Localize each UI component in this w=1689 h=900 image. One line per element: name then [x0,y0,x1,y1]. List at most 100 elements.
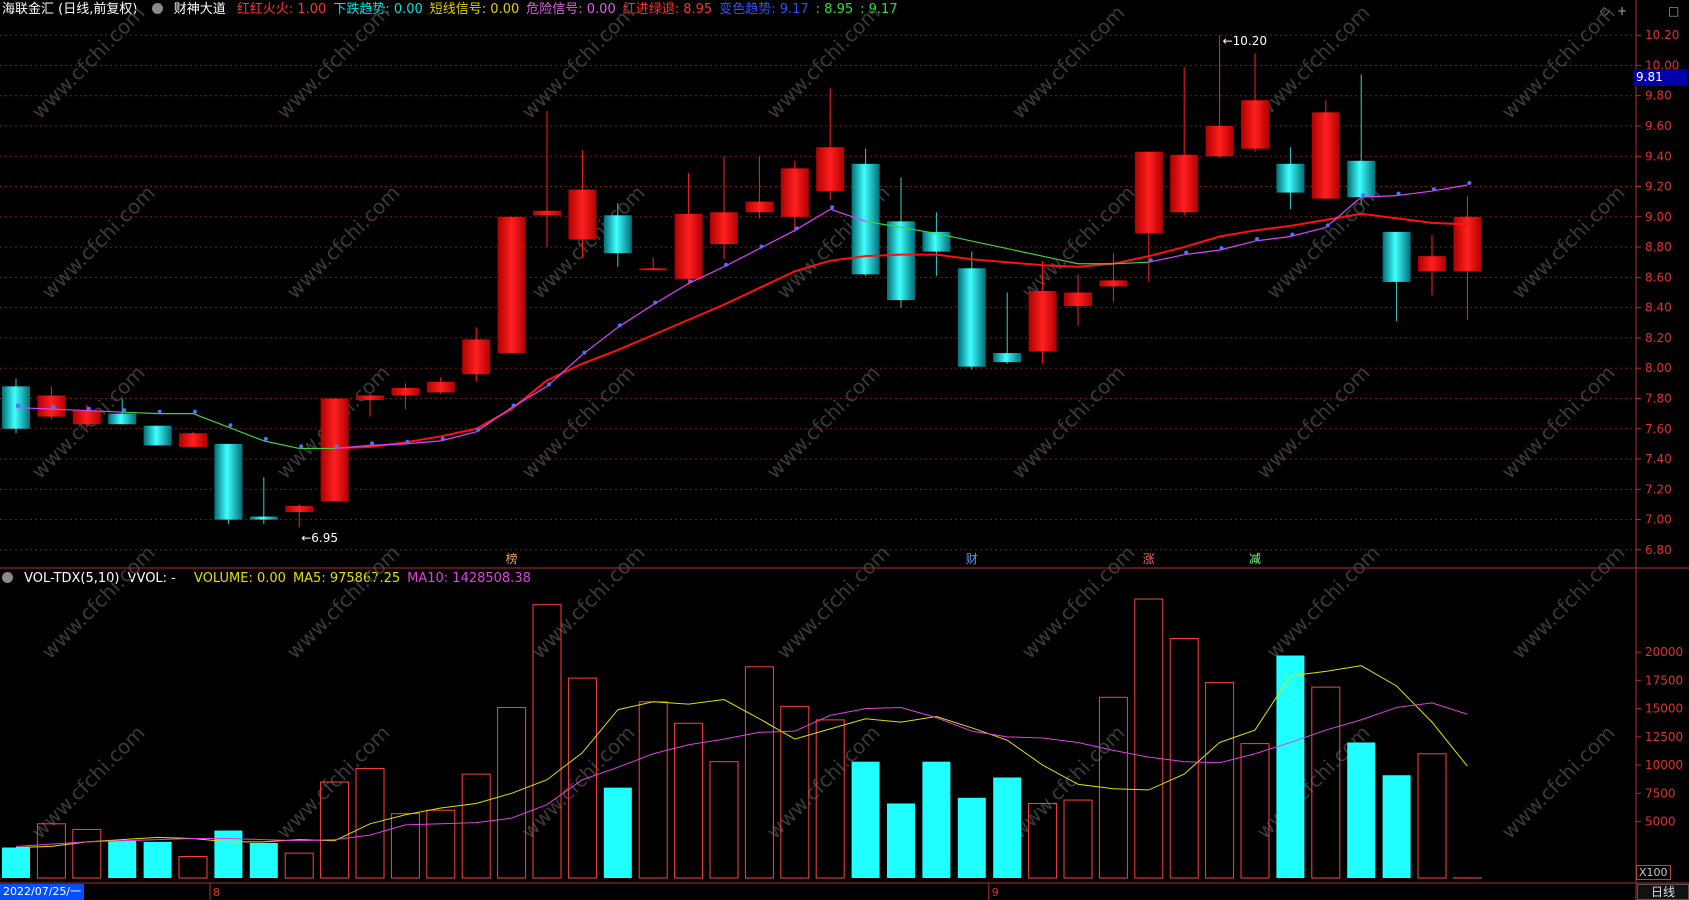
price-tick-label: 6.80 [1645,543,1672,557]
current-price-tag: 9.81 [1634,69,1687,86]
price-tick-label: 8.20 [1645,331,1672,345]
trend-dot [582,350,587,355]
ma-trend-segment [1254,235,1291,242]
trend-dot [547,382,551,387]
watermark-text: www.cfchi.com [27,721,150,844]
candle-body [391,387,420,396]
candle-body [745,201,774,213]
volume-bar [603,787,632,878]
trend-dot [1432,187,1436,192]
watermark-text: www.cfchi.com [1252,1,1375,124]
volume-tick-label: 7500 [1645,786,1676,800]
trend-dot [688,279,693,284]
marker-0: 榜 [506,551,518,566]
volume-bar [355,767,385,879]
candle-body [780,168,809,217]
trend-dot [122,408,127,413]
trend-dot [1467,181,1472,186]
period-selector[interactable]: 日线 [1637,884,1689,900]
trend-dot [794,226,799,231]
watermark-text: www.cfchi.com [1252,361,1375,484]
price-tick-label: 7.80 [1645,391,1672,405]
price-tick-label: 9.60 [1645,119,1672,133]
candle-body [1170,154,1199,213]
volume-bar [1134,598,1164,879]
trend-dot [51,405,56,410]
ma-trend-segment [1431,184,1468,192]
candle-body [179,433,207,447]
ma-trend-segment [759,229,796,250]
ma-trend-segment [228,426,265,442]
price-tick-label: 8.40 [1645,301,1672,315]
trend-dot [1219,246,1224,251]
ma-trend-segment [192,413,229,428]
volume-bar [108,840,137,878]
ma-trend-segment [475,407,512,433]
candle-body [674,213,703,279]
price-tick-label: 7.00 [1645,513,1672,527]
candle-body [710,212,738,245]
price-tick-label: 8.60 [1645,270,1672,284]
watermark-text: www.cfchi.com [37,541,160,664]
trend-dot [759,244,764,249]
ma-trend-segment [652,282,689,306]
trend-dot [1148,258,1153,263]
volume-tick-label: 15000 [1645,702,1683,716]
candle-body [285,505,314,513]
ma-trend-segment [1396,190,1433,197]
trend-dot [157,409,162,414]
candle-body [1099,280,1128,287]
candle-body [1311,112,1340,199]
watermark-text: www.cfchi.com [517,1,640,124]
candle-body [497,216,526,354]
watermark-text: www.cfchi.com [762,1,885,124]
ma-trend-segment [1184,249,1220,256]
candle-body [1347,160,1376,198]
month-label: 8 [213,886,220,899]
volume-bar [851,761,880,878]
price-tick-label: 10.20 [1645,28,1679,42]
candlestick-series [2,35,1482,528]
volume-unit-label: X100 [1636,865,1671,880]
ma-trend-segment [1219,240,1256,251]
ma-trend-segment [369,443,406,447]
stock-chart[interactable]: www.cfchi.com www.cfchi.com www.cfchi.com w… [0,0,1689,900]
volume-bar [1417,753,1447,879]
candle-body [1241,100,1269,149]
candle-body [816,147,845,192]
volume-bar [887,803,915,878]
trend-dot [405,439,410,444]
trend-dot [724,262,728,267]
watermark-layer: www.cfchi.com www.cfchi.com www.cfchi.com w… [27,1,1630,844]
ma-trend-segment [1007,248,1043,257]
watermark-text: www.cfchi.com [1497,721,1620,844]
volume-bar [72,828,102,879]
watermark-text: www.cfchi.com [1017,541,1140,664]
trend-dot [1255,237,1259,242]
trend-dot [1290,232,1295,237]
candle-body [249,516,278,520]
trend-dot [830,205,835,210]
volume-bar [1347,742,1376,878]
trend-dot [370,441,374,446]
watermark-text: www.cfchi.com [527,541,650,664]
watermark-text: www.cfchi.com [1007,361,1130,484]
watermark-text: www.cfchi.com [282,541,405,664]
candle-body [214,443,243,520]
candle-body [108,413,137,425]
marker-1: 财 [966,552,978,566]
trend-dot [440,436,445,441]
candle-body [603,215,632,254]
volume-bar [674,722,704,879]
watermark-text: www.cfchi.com [1507,541,1630,664]
volume-bar [1382,775,1411,878]
candle-body [1134,151,1163,234]
watermark-text: www.cfchi.com [1262,541,1385,664]
watermark-text: www.cfchi.com [772,541,895,664]
volume-bar [390,813,420,879]
ma-trend-segment [122,411,158,415]
trend-dot [16,403,20,408]
price-tick-label: 9.00 [1645,210,1672,224]
date-axis-start[interactable]: 2022/07/25/一 [0,884,85,900]
candle-body [1276,163,1305,193]
